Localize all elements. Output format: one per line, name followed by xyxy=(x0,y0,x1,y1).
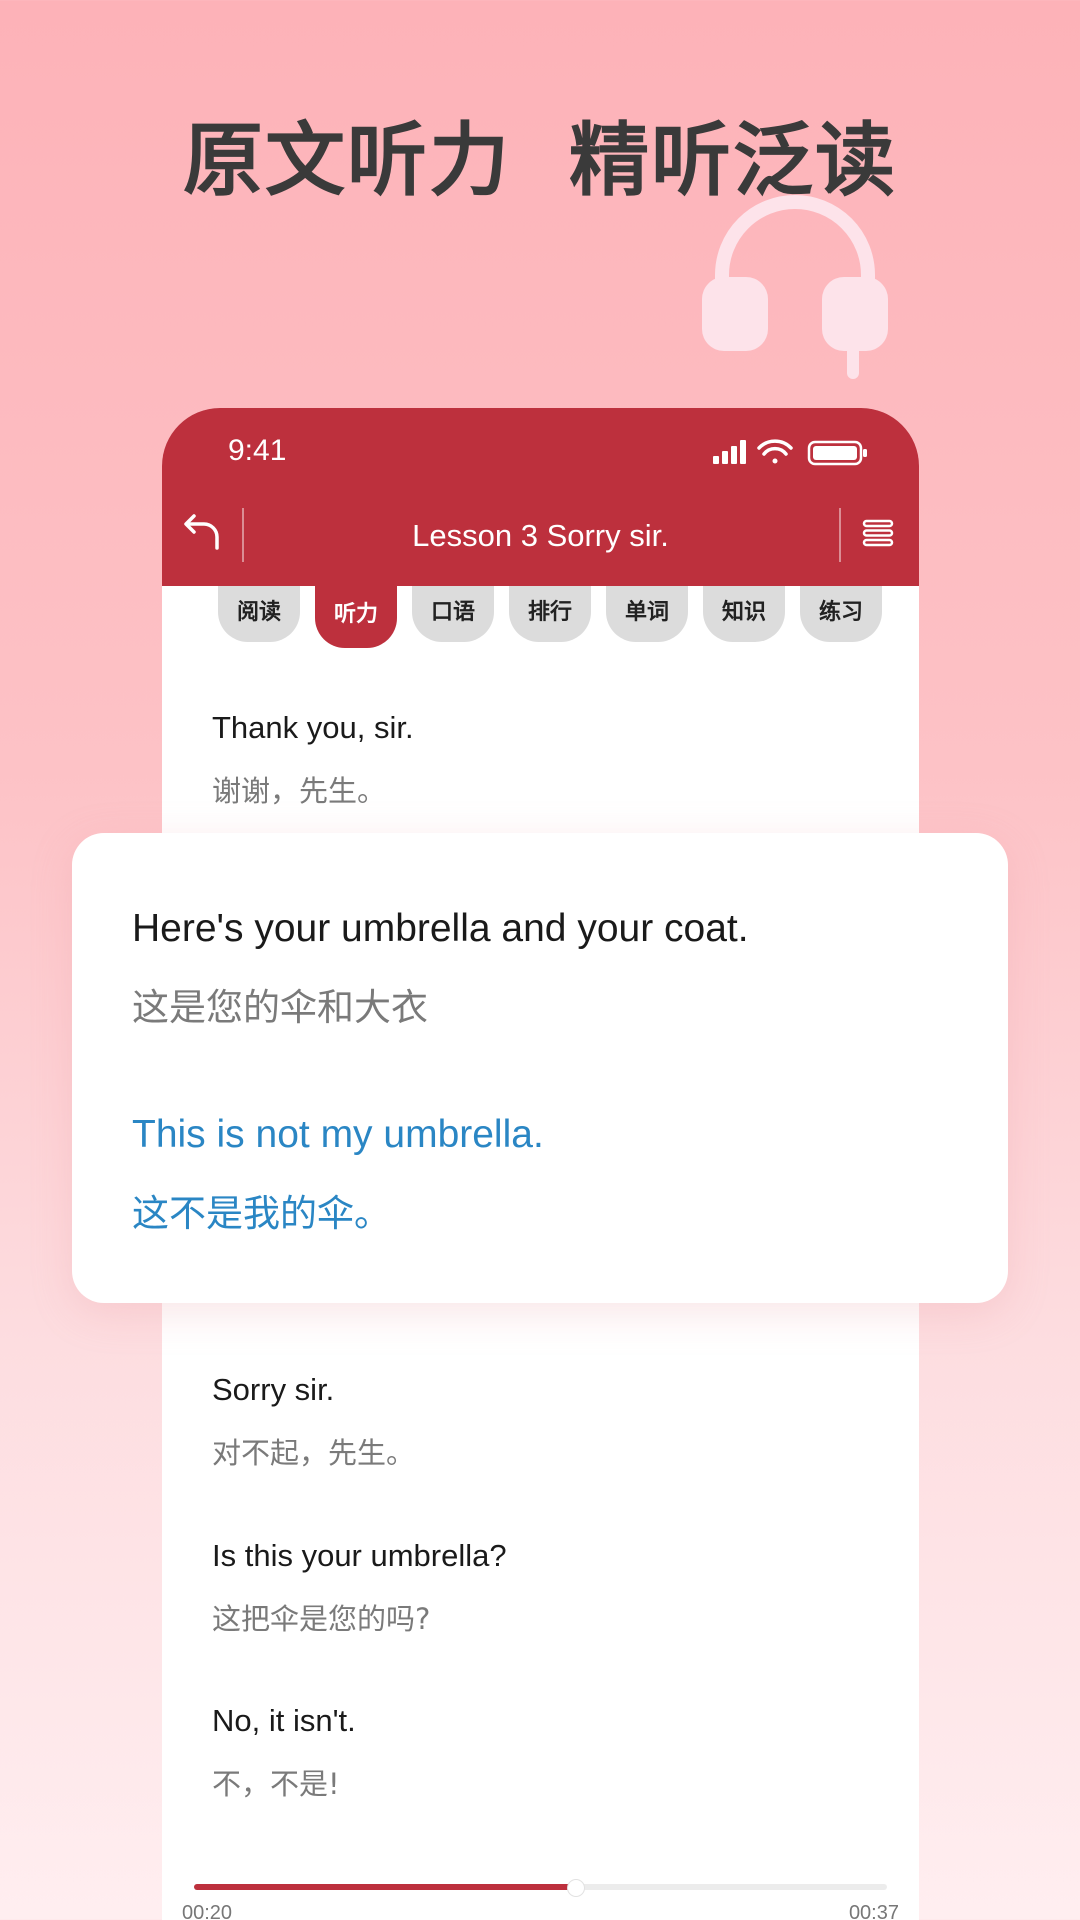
audio-progress-fill xyxy=(194,1884,576,1890)
status-icons xyxy=(713,439,867,466)
current-time: 00:20 xyxy=(182,1902,233,1920)
total-time: 00:37 xyxy=(848,1902,899,1920)
card-sentence-english: Here's your umbrella and your coat. xyxy=(132,907,749,950)
sentence-chinese: 这把伞是您的吗? xyxy=(212,1602,431,1636)
battery-icon xyxy=(807,440,867,466)
tab-listening[interactable]: 听力 xyxy=(315,586,397,648)
highlight-card: Here's your umbrella and your coat. 这是您的… xyxy=(72,833,1008,1303)
sentence-chinese: 不，不是! xyxy=(212,1767,340,1801)
sentence-item[interactable]: Thank you, sir. 谢谢，先生。 xyxy=(212,710,872,810)
sentence-chinese: 谢谢，先生。 xyxy=(212,774,387,808)
lesson-title: Lesson 3 Sorry sir. xyxy=(412,518,669,553)
audio-progress-bar[interactable] xyxy=(194,1879,887,1897)
signal-icon xyxy=(713,440,746,464)
tab-reading[interactable]: 阅读 xyxy=(218,586,300,642)
tab-speaking[interactable]: 口语 xyxy=(412,586,494,642)
tab-ranking[interactable]: 排行 xyxy=(509,586,591,642)
card-sentence[interactable]: Here's your umbrella and your coat. 这是您的… xyxy=(132,907,952,1031)
lesson-tabs: 阅读 听力 口语 排行 单词 知识 练习 xyxy=(218,586,898,648)
card-sentence-playing[interactable]: This is not my umbrella. 这不是我的伞。 xyxy=(132,1113,952,1237)
sentence-english: Is this your umbrella? xyxy=(212,1538,507,1573)
tab-practice[interactable]: 练习 xyxy=(800,586,882,642)
tab-knowledge[interactable]: 知识 xyxy=(703,586,785,642)
headphones-icon xyxy=(702,195,888,379)
sentence-english: Thank you, sir. xyxy=(212,710,414,745)
header-divider-right xyxy=(839,508,841,562)
sentence-item[interactable]: Sorry sir. 对不起，先生。 xyxy=(212,1372,872,1472)
sentence-item[interactable]: No, it isn't. 不，不是! xyxy=(212,1703,872,1803)
sentence-chinese: 对不起，先生。 xyxy=(212,1436,416,1470)
status-time: 9:41 xyxy=(228,434,287,467)
app-header: 9:41 Lesson 3 Sorry sir. xyxy=(162,408,919,586)
wifi-icon xyxy=(757,439,793,464)
card-sentence-chinese: 这是您的伞和大衣 xyxy=(132,986,428,1029)
hamburger-menu-icon[interactable] xyxy=(861,516,895,550)
promo-title-left: 原文听力 xyxy=(183,114,511,207)
tab-words[interactable]: 单词 xyxy=(606,586,688,642)
sentence-english: No, it isn't. xyxy=(212,1703,356,1738)
sentence-item[interactable]: Is this your umbrella? 这把伞是您的吗? xyxy=(212,1538,872,1638)
card-sentence-chinese: 这不是我的伞。 xyxy=(132,1192,391,1235)
audio-progress-knob[interactable] xyxy=(567,1879,586,1897)
promo-headline: 原文听力 精听泛读 xyxy=(0,96,1080,212)
card-sentence-english: This is not my umbrella. xyxy=(132,1113,544,1156)
sentence-english: Sorry sir. xyxy=(212,1372,335,1407)
